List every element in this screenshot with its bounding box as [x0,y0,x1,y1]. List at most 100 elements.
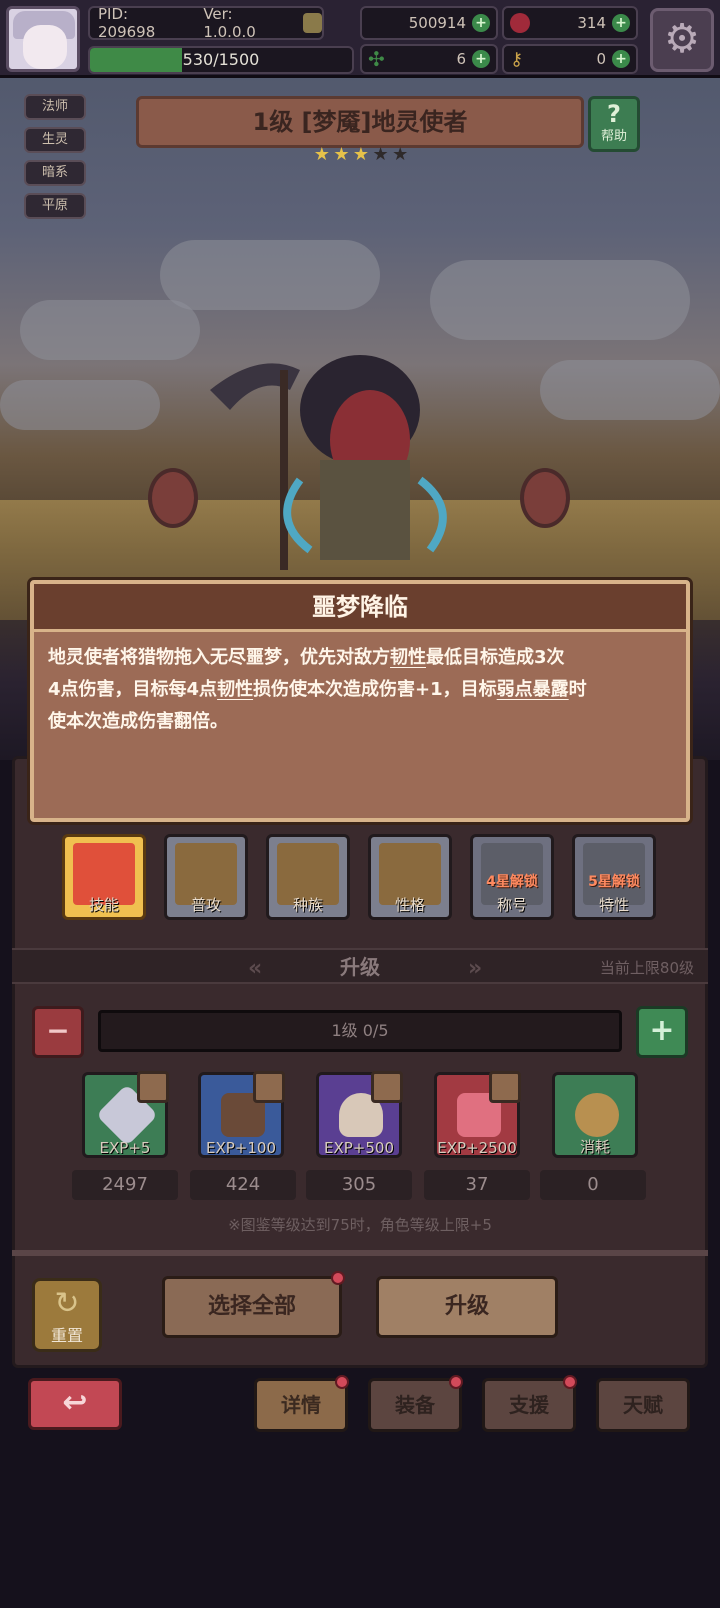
key-plus-icon[interactable]: + [612,50,630,68]
pid-text: PID: 209698 [98,5,156,41]
lock-icon[interactable] [137,1071,169,1103]
back-arrow-icon[interactable]: ↩ [28,1378,122,1430]
key-amount: 0 [596,50,606,68]
reset-button[interactable]: ↻ 重置 [32,1278,102,1352]
tab-skill[interactable]: 技能 [62,834,146,920]
chevron-right-icon: » [468,956,483,981]
skill-name: 噩梦降临 [34,584,686,632]
nav-details[interactable]: 详情 [254,1375,349,1432]
upgrade-header: « 升级 » 当前上限80级 [12,948,708,984]
star-icon-filled: ★ [313,144,330,165]
level-progress-bar: 1级 0/5 [98,1010,622,1052]
exp-text: 530/1500 [182,50,260,69]
nav-talent-label: 天赋 [623,1393,663,1417]
lock-icon[interactable] [489,1071,521,1103]
question-icon: ? [607,100,621,128]
tag-element: 暗系 [24,160,86,186]
key-cell: ⚷ 0 + [502,44,638,74]
exp-item-label: EXP+2500 [437,1139,517,1157]
nav-equipment[interactable]: 装备 [368,1375,463,1432]
consume-count: 0 [540,1170,646,1200]
item-count: 37 [424,1170,530,1200]
clover-plus-icon[interactable]: + [472,50,490,68]
tab-attack-label: 普攻 [190,896,221,914]
id-version-cell: PID: 209698 Ver: 1.0.0.0 [88,5,324,41]
upgrade-button-label: 升级 [444,1294,489,1319]
tab-title[interactable]: 4星解锁 称号 [470,834,554,920]
divider [12,1250,708,1256]
clover-cell: ✣ 6 + [360,44,498,74]
reset-label: 重置 [50,1326,83,1345]
notification-dot [449,1375,463,1389]
hero-sprite [200,330,460,570]
consume-label: 消耗 [579,1138,610,1156]
player-exp-bar: 530/1500 [88,46,354,74]
gem-cell: 314 + [502,6,638,40]
nav-equipment-label: 装备 [395,1393,435,1417]
token-icon [303,13,323,33]
tab-race[interactable]: 种族 [266,834,350,920]
star-icon-empty: ★ [372,144,389,165]
tag-race: 生灵 [24,127,86,153]
key-icon: ⚷ [510,48,524,70]
player-avatar[interactable] [6,6,80,72]
lock-icon[interactable] [253,1071,285,1103]
exp-item-100[interactable]: EXP+100 [198,1071,285,1158]
exp-item-label: EXP+5 [99,1139,151,1157]
tab-race-label: 种族 [292,896,323,914]
item-count: 2497 [72,1170,178,1200]
clover-amount: 6 [456,50,466,68]
exp-item-500[interactable]: EXP+500 [316,1071,403,1158]
tab-personality[interactable]: 性格 [368,834,452,920]
item-count: 305 [306,1170,412,1200]
tab-skill-label: 技能 [88,896,119,914]
notification-dot [335,1375,349,1389]
gold-plus-icon[interactable]: + [472,14,490,32]
tag-class: 法师 [24,94,86,120]
upgrade-button[interactable]: 升级 [376,1276,558,1338]
star-rating: ★ ★ ★ ★ ★ [313,146,409,166]
help-button[interactable]: ? 帮助 [588,96,640,152]
skill-detail-popup[interactable]: 噩梦降临 地灵使者将猎物拖入无尽噩梦，优先对敌方韧性最低目标造成3次 4点伤害，… [30,580,690,822]
lock-icon[interactable] [371,1071,403,1103]
tab-trait[interactable]: 5星解锁 特性 [572,834,656,920]
right-rune-icon [520,468,570,528]
tab-attack[interactable]: 普攻 [164,834,248,920]
item-count: 424 [190,1170,296,1200]
keyword-weakness-exposed[interactable]: 弱点暴露 [497,679,569,700]
nav-details-label: 详情 [281,1393,321,1417]
paw-coin-icon [575,1093,619,1137]
keyword-toughness[interactable]: 韧性 [390,647,426,668]
exp-item-2500[interactable]: EXP+2500 [434,1071,521,1158]
star-icon-empty: ★ [392,144,409,165]
gem-plus-icon[interactable]: + [612,14,630,32]
tab-personality-label: 性格 [394,896,425,914]
exp-item-5[interactable]: EXP+5 [82,1071,169,1158]
nav-talent[interactable]: 天赋 [596,1378,690,1432]
tab-title-label: 称号 [496,896,527,914]
gold-cell: 500914 + [360,6,498,40]
level-up-button[interactable]: + [636,1006,688,1058]
settings-gear-icon[interactable]: ⚙ [650,8,714,72]
gem-amount: 314 [577,14,606,32]
select-all-label: 选择全部 [207,1294,296,1319]
level-down-button[interactable]: − [32,1006,84,1058]
exp-item-label: EXP+100 [206,1139,276,1157]
tab-trait-label: 特性 [598,896,629,914]
nav-support-label: 支援 [509,1393,549,1417]
left-rune-icon [148,468,198,528]
clover-icon: ✣ [368,47,385,71]
select-all-button[interactable]: 选择全部 [162,1271,345,1338]
nav-support[interactable]: 支援 [482,1375,577,1432]
level-cap-note: ※图鉴等级达到75时，角色等级上限+5 [228,1216,492,1234]
gold-amount: 500914 [408,14,466,32]
reset-icon: ↻ [54,1286,80,1321]
version-text: Ver: 1.0.0.0 [203,5,256,41]
ruby-icon [510,13,530,33]
notification-dot [331,1271,345,1285]
level-cap-text: 当前上限80级 [599,959,694,977]
keyword-toughness[interactable]: 韧性 [217,679,253,700]
consume-item[interactable]: 消耗 [552,1072,638,1158]
help-label: 帮助 [600,129,627,144]
star-icon-filled: ★ [333,144,350,165]
